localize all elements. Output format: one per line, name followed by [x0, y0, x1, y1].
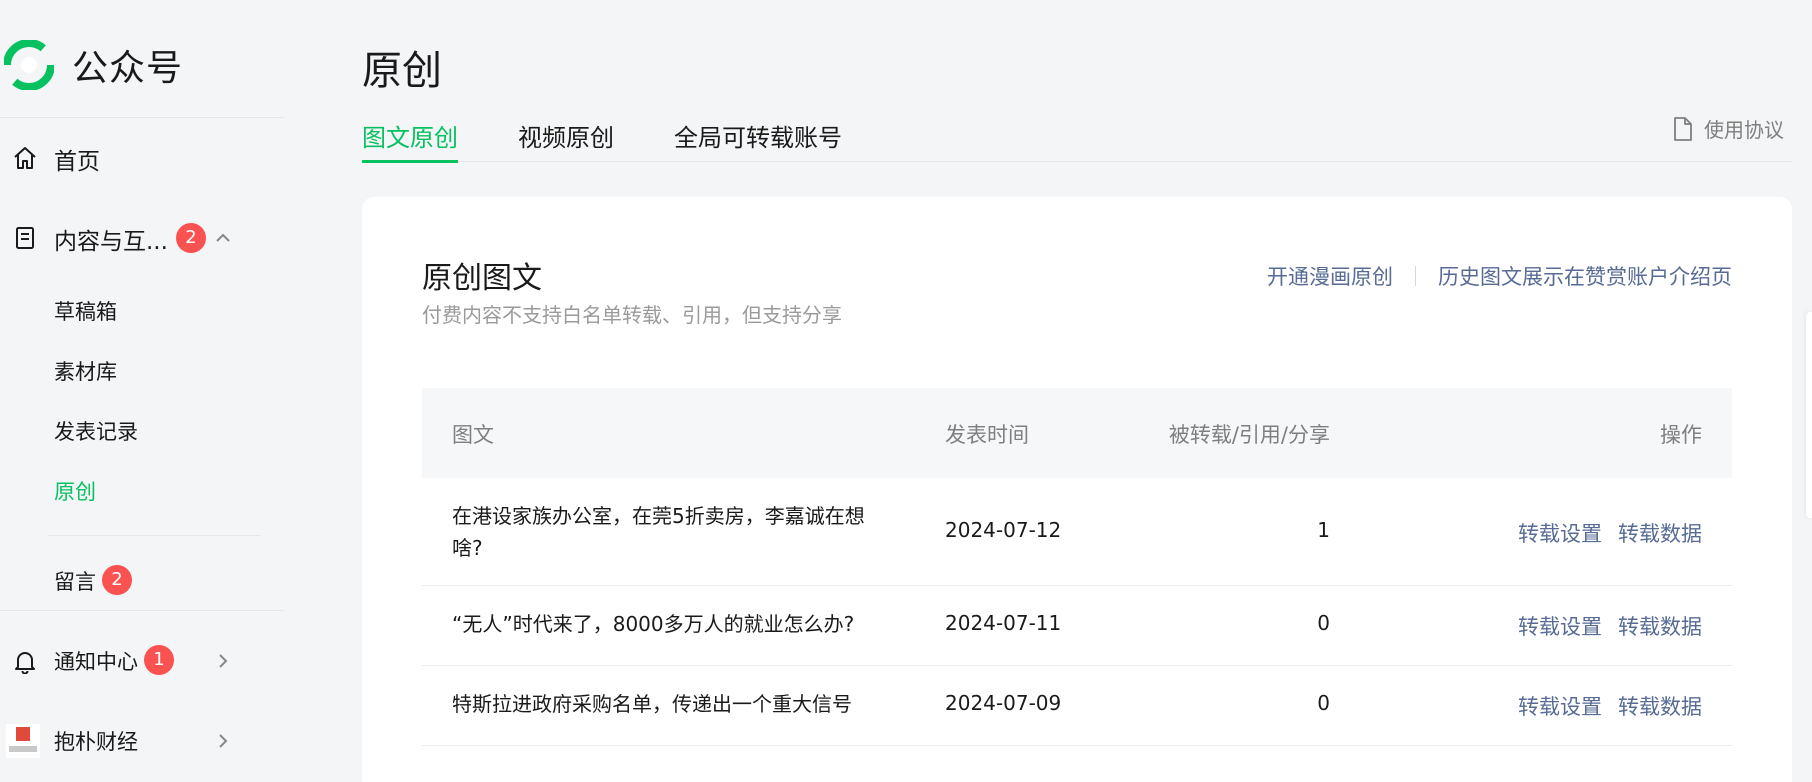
tab-article-original[interactable]: 图文原创 — [362, 118, 458, 153]
table-row: 特斯拉进政府采购名单，传递出一个重大信号 2024-07-09 0 转载设置 转… — [422, 666, 1732, 746]
side-panel-edge[interactable] — [1806, 312, 1812, 518]
logo[interactable]: 公众号 — [4, 40, 183, 90]
tabs-divider — [362, 161, 1792, 162]
sidebar-item-publish-records[interactable]: 发表记录 — [54, 416, 138, 446]
tab-video-original[interactable]: 视频原创 — [518, 118, 614, 153]
nav-notifications-label: 通知中心 — [54, 650, 138, 674]
header-publish-time: 发表时间 — [945, 423, 1029, 447]
row-date: 2024-07-09 — [945, 691, 1062, 715]
divider — [0, 610, 284, 611]
sidebar-item-materials[interactable]: 素材库 — [54, 356, 117, 386]
content-badge: 2 — [176, 223, 206, 253]
row-count: 0 — [1317, 611, 1330, 635]
chevron-right-icon — [219, 734, 228, 748]
row-date: 2024-07-12 — [945, 518, 1062, 542]
wechat-logo-icon — [4, 40, 54, 90]
history-display-link[interactable]: 历史图文展示在赞赏账户介绍页 — [1438, 261, 1732, 291]
table-row: 在港设家族办公室，在莞5折卖房，李嘉诚在想啥? 2024-07-12 1 转载设… — [422, 478, 1732, 586]
repost-settings-button[interactable]: 转载设置 — [1518, 611, 1602, 641]
header-actions: 操作 — [1660, 423, 1702, 447]
header-repost-count: 被转载/引用/分享 — [1168, 423, 1330, 447]
divider — [0, 117, 284, 118]
repost-data-button[interactable]: 转载数据 — [1618, 611, 1702, 641]
table-row: “无人”时代来了，8000多万人的就业怎么办? 2024-07-11 0 转载设… — [422, 586, 1732, 666]
file-icon — [1674, 116, 1692, 141]
agreement-label: 使用协议 — [1704, 118, 1784, 142]
nav-account[interactable]: 抱朴财经 — [0, 724, 284, 758]
repost-data-button[interactable]: 转载数据 — [1618, 691, 1702, 721]
bell-icon — [15, 652, 35, 674]
row-count: 0 — [1317, 691, 1330, 715]
card-links: 开通漫画原创 历史图文展示在赞赏账户介绍页 — [1267, 261, 1732, 291]
link-separator — [1415, 266, 1416, 286]
sidebar-item-comments[interactable]: 留言 2 — [0, 564, 284, 598]
card-title: 原创图文 — [422, 261, 542, 296]
row-count: 1 — [1317, 518, 1330, 542]
page-title: 原创 — [362, 48, 442, 94]
sidebar: 公众号 首页 内容与互... 2 草稿箱 素材库 发表记录 原创 留言 2 通知… — [0, 0, 284, 782]
tab-global-repost-accounts[interactable]: 全局可转载账号 — [674, 118, 842, 153]
comments-badge: 2 — [102, 565, 132, 595]
original-articles-card: 原创图文 付费内容不支持白名单转载、引用，但支持分享 开通漫画原创 历史图文展示… — [362, 197, 1792, 782]
divider — [48, 535, 260, 536]
row-title[interactable]: “无人”时代来了，8000多万人的就业怎么办? — [452, 608, 892, 640]
nav-content[interactable]: 内容与互... 2 — [0, 220, 284, 256]
chevron-up-icon — [216, 233, 230, 242]
card-subtitle: 付费内容不支持白名单转载、引用，但支持分享 — [422, 303, 842, 327]
agreement-link[interactable]: 使用协议 — [1672, 114, 1784, 143]
enable-comic-original-link[interactable]: 开通漫画原创 — [1267, 261, 1393, 291]
chevron-right-icon — [219, 654, 228, 668]
repost-settings-button[interactable]: 转载设置 — [1518, 518, 1602, 548]
row-title[interactable]: 特斯拉进政府采购名单，传递出一个重大信号 — [452, 688, 892, 720]
notifications-badge: 1 — [144, 645, 174, 675]
account-avatar — [6, 724, 40, 758]
nav-account-label: 抱朴财经 — [54, 730, 138, 754]
table-header: 图文 发表时间 被转载/引用/分享 操作 — [422, 388, 1732, 478]
repost-settings-button[interactable]: 转载设置 — [1518, 691, 1602, 721]
app-name: 公众号 — [72, 48, 184, 89]
nav-notifications[interactable]: 通知中心 1 — [0, 644, 284, 678]
document-icon — [16, 227, 34, 249]
home-icon — [14, 147, 36, 169]
repost-data-button[interactable]: 转载数据 — [1618, 518, 1702, 548]
active-tab-indicator — [362, 160, 458, 163]
sidebar-item-drafts[interactable]: 草稿箱 — [54, 296, 117, 326]
nav-home-label: 首页 — [54, 149, 100, 175]
comments-label: 留言 — [54, 570, 96, 594]
nav-content-label: 内容与互... — [54, 229, 168, 255]
row-title[interactable]: 在港设家族办公室，在莞5折卖房，李嘉诚在想啥? — [452, 500, 892, 564]
nav-home[interactable]: 首页 — [0, 140, 284, 176]
row-date: 2024-07-11 — [945, 611, 1062, 635]
sidebar-item-original[interactable]: 原创 — [54, 476, 96, 506]
header-article: 图文 — [452, 423, 494, 447]
